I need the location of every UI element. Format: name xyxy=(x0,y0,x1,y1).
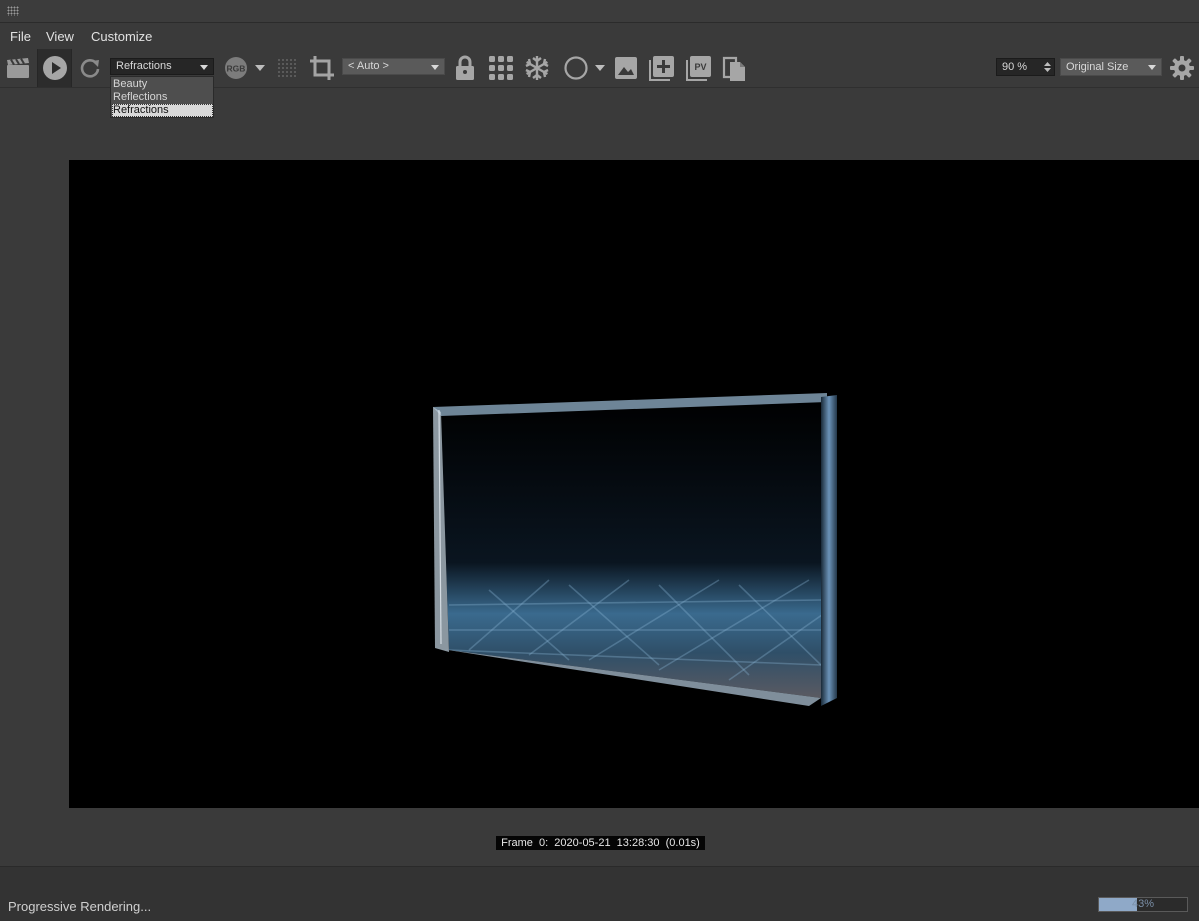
chevron-down-icon xyxy=(200,65,208,70)
grid-icon[interactable] xyxy=(486,49,516,87)
render-viewport[interactable] xyxy=(69,160,1199,808)
chevron-down-icon xyxy=(1148,65,1156,70)
progress-bar: 43% xyxy=(1098,897,1188,912)
image-icon[interactable] xyxy=(612,49,640,87)
spinner-icon[interactable] xyxy=(1044,61,1051,73)
snowflake-icon[interactable] xyxy=(522,49,552,87)
menu-customize[interactable]: Customize xyxy=(91,29,152,44)
status-bar: Progressive Rendering... xyxy=(0,866,1199,921)
frame-info: Frame 0: 2020-05-21 13:28:30 (0.01s) xyxy=(496,836,705,850)
lock-icon[interactable] xyxy=(452,49,478,87)
pv-icon[interactable]: PV xyxy=(684,49,714,87)
channel-option-refractions[interactable]: Refractions xyxy=(112,104,213,117)
crop-icon[interactable] xyxy=(306,49,338,87)
play-icon xyxy=(42,56,67,80)
rgb-label: RGB xyxy=(227,64,246,74)
grip-dots-icon[interactable] xyxy=(7,6,19,16)
zoom-value: 90 % xyxy=(1002,61,1028,73)
rgb-icon[interactable]: RGB xyxy=(222,49,250,87)
circle-dropdown-icon[interactable] xyxy=(592,49,608,87)
chevron-down-icon xyxy=(431,65,439,70)
channel-dropdown-list: Beauty Reflections Refractions xyxy=(110,76,214,118)
rendered-image xyxy=(433,393,837,706)
channel-select[interactable]: Refractions xyxy=(110,58,214,75)
copy-icon[interactable] xyxy=(720,49,748,87)
add-image-icon[interactable] xyxy=(648,49,676,87)
clapperboard-icon[interactable] xyxy=(4,49,32,87)
menu-bar: File View Customize xyxy=(0,23,1199,49)
menu-file[interactable]: File xyxy=(10,29,31,44)
size-select-value: Original Size xyxy=(1066,61,1129,73)
title-bar xyxy=(0,0,1199,23)
pv-label: PV xyxy=(694,62,706,72)
play-button[interactable] xyxy=(37,49,72,87)
size-select[interactable]: Original Size xyxy=(1060,58,1162,76)
circle-icon[interactable] xyxy=(562,49,590,87)
status-text: Progressive Rendering... xyxy=(8,899,152,914)
region-select[interactable]: < Auto > xyxy=(342,58,445,75)
rgb-dropdown-icon[interactable] xyxy=(252,49,268,87)
region-select-value: < Auto > xyxy=(348,60,389,72)
refresh-icon[interactable] xyxy=(76,49,104,87)
channel-option-beauty[interactable]: Beauty xyxy=(113,78,147,91)
menu-view[interactable]: View xyxy=(46,29,74,44)
zoom-field[interactable]: 90 % xyxy=(996,58,1055,76)
dither-grid-icon[interactable] xyxy=(274,49,300,87)
channel-select-value: Refractions xyxy=(116,60,172,72)
progress-label: 43% xyxy=(1131,898,1155,910)
gear-icon[interactable] xyxy=(1168,49,1196,87)
channel-option-reflections[interactable]: Reflections xyxy=(113,91,167,104)
